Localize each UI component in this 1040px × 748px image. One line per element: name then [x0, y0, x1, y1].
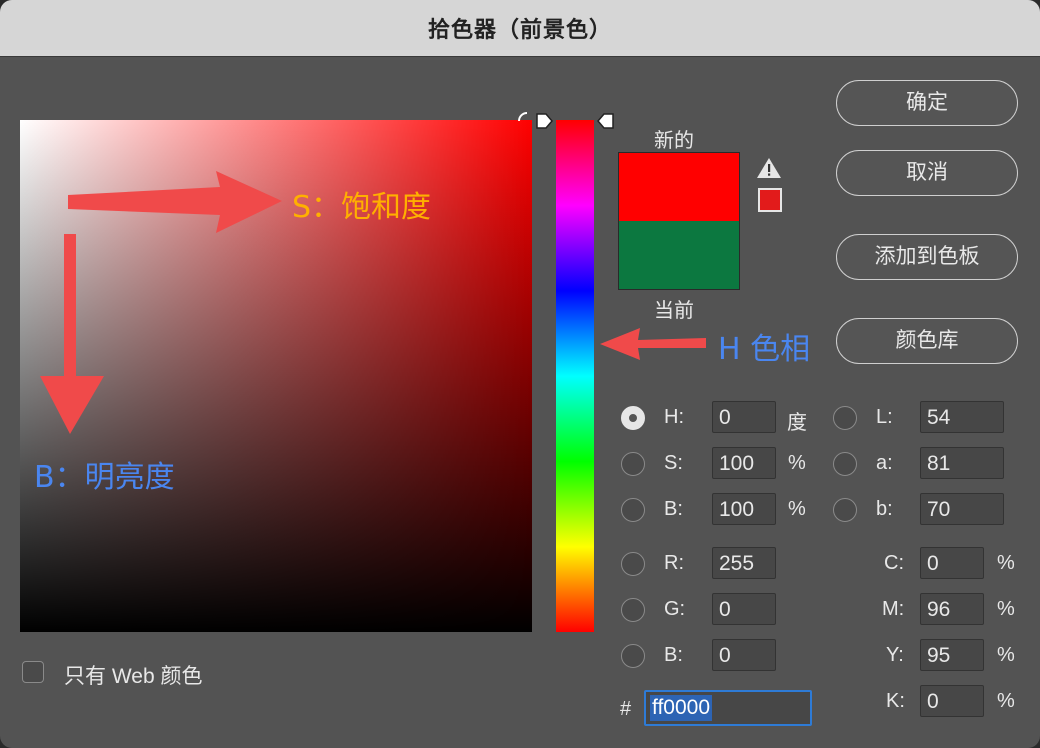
red-label: R: [664, 552, 684, 574]
saturation-unit: % [788, 452, 806, 474]
add-to-swatches-button[interactable]: 添加到色板 [836, 234, 1018, 280]
current-color-label: 当前 [654, 300, 694, 322]
black-label: K: [886, 690, 905, 712]
brightness-input[interactable]: 100 [712, 493, 776, 525]
hue-unit: 度 [787, 412, 807, 434]
hue-slider-right-handle-icon[interactable] [596, 111, 616, 131]
magenta-label: M: [882, 598, 905, 620]
brightness-arrow [40, 234, 104, 434]
brightness-annotation: B：明亮度 [34, 460, 175, 495]
magenta-input[interactable]: 96 [920, 593, 984, 625]
color-libraries-button[interactable]: 颜色库 [836, 318, 1018, 364]
current-color-swatch[interactable] [619, 221, 739, 289]
lab-a-input[interactable]: 81 [920, 447, 1004, 479]
web-colors-only-label: 只有 Web 颜色 [64, 665, 203, 688]
saturation-label: S: [664, 452, 683, 474]
black-unit: % [997, 690, 1015, 712]
radio-red[interactable] [621, 552, 645, 576]
hue-slider-left-handle-icon[interactable] [534, 111, 554, 131]
radio-green[interactable] [621, 598, 645, 622]
out-of-gamut-warning-icon[interactable] [756, 156, 782, 180]
lab-b-input[interactable]: 70 [920, 493, 1004, 525]
new-color-label: 新的 [654, 130, 694, 152]
yellow-unit: % [997, 644, 1015, 666]
hue-arrow [600, 328, 706, 360]
web-colors-only-checkbox[interactable] [22, 661, 44, 683]
gamut-color-swatch[interactable] [758, 188, 782, 212]
hex-value: ff0000 [650, 695, 713, 721]
color-picker-window: 拾色器（前景色） S：饱和度 B：明亮度 H 色相 新的 当前 确定 取消 添加… [0, 0, 1040, 748]
new-color-swatch [619, 153, 739, 221]
lab-a-label: a: [876, 452, 893, 474]
saturation-annotation: S：饱和度 [292, 190, 432, 225]
cyan-label: C: [884, 552, 904, 574]
radio-lab-l[interactable] [833, 406, 857, 430]
cyan-input[interactable]: 0 [920, 547, 984, 579]
cancel-button[interactable]: 取消 [836, 150, 1018, 196]
lab-b-label: b: [876, 498, 893, 520]
blue-input[interactable]: 0 [712, 639, 776, 671]
black-input[interactable]: 0 [920, 685, 984, 717]
green-input[interactable]: 0 [712, 593, 776, 625]
green-label: G: [664, 598, 686, 620]
window-title: 拾色器（前景色） [427, 18, 612, 43]
hue-annotation: H 色相 [718, 332, 811, 367]
radio-lab-b[interactable] [833, 498, 857, 522]
hex-label: # [620, 698, 632, 720]
cyan-unit: % [997, 552, 1015, 574]
lab-l-label: L: [876, 406, 893, 428]
hue-slider[interactable] [556, 120, 594, 632]
brightness-unit: % [788, 498, 806, 520]
radio-lab-a[interactable] [833, 452, 857, 476]
yellow-input[interactable]: 95 [920, 639, 984, 671]
title-bar[interactable]: 拾色器（前景色） [0, 0, 1040, 57]
hex-input[interactable]: ff0000 [644, 690, 812, 726]
ok-button[interactable]: 确定 [836, 80, 1018, 126]
radio-saturation[interactable] [621, 452, 645, 476]
radio-brightness[interactable] [621, 498, 645, 522]
color-preview [618, 152, 740, 290]
hue-label: H: [664, 406, 684, 428]
radio-blue[interactable] [621, 644, 645, 668]
radio-hue[interactable] [621, 406, 645, 430]
lab-l-input[interactable]: 54 [920, 401, 1004, 433]
hue-input[interactable]: 0 [712, 401, 776, 433]
saturation-input[interactable]: 100 [712, 447, 776, 479]
red-input[interactable]: 255 [712, 547, 776, 579]
brightness-label: B: [664, 498, 683, 520]
yellow-label: Y: [886, 644, 904, 666]
blue-label: B: [664, 644, 683, 666]
magenta-unit: % [997, 598, 1015, 620]
